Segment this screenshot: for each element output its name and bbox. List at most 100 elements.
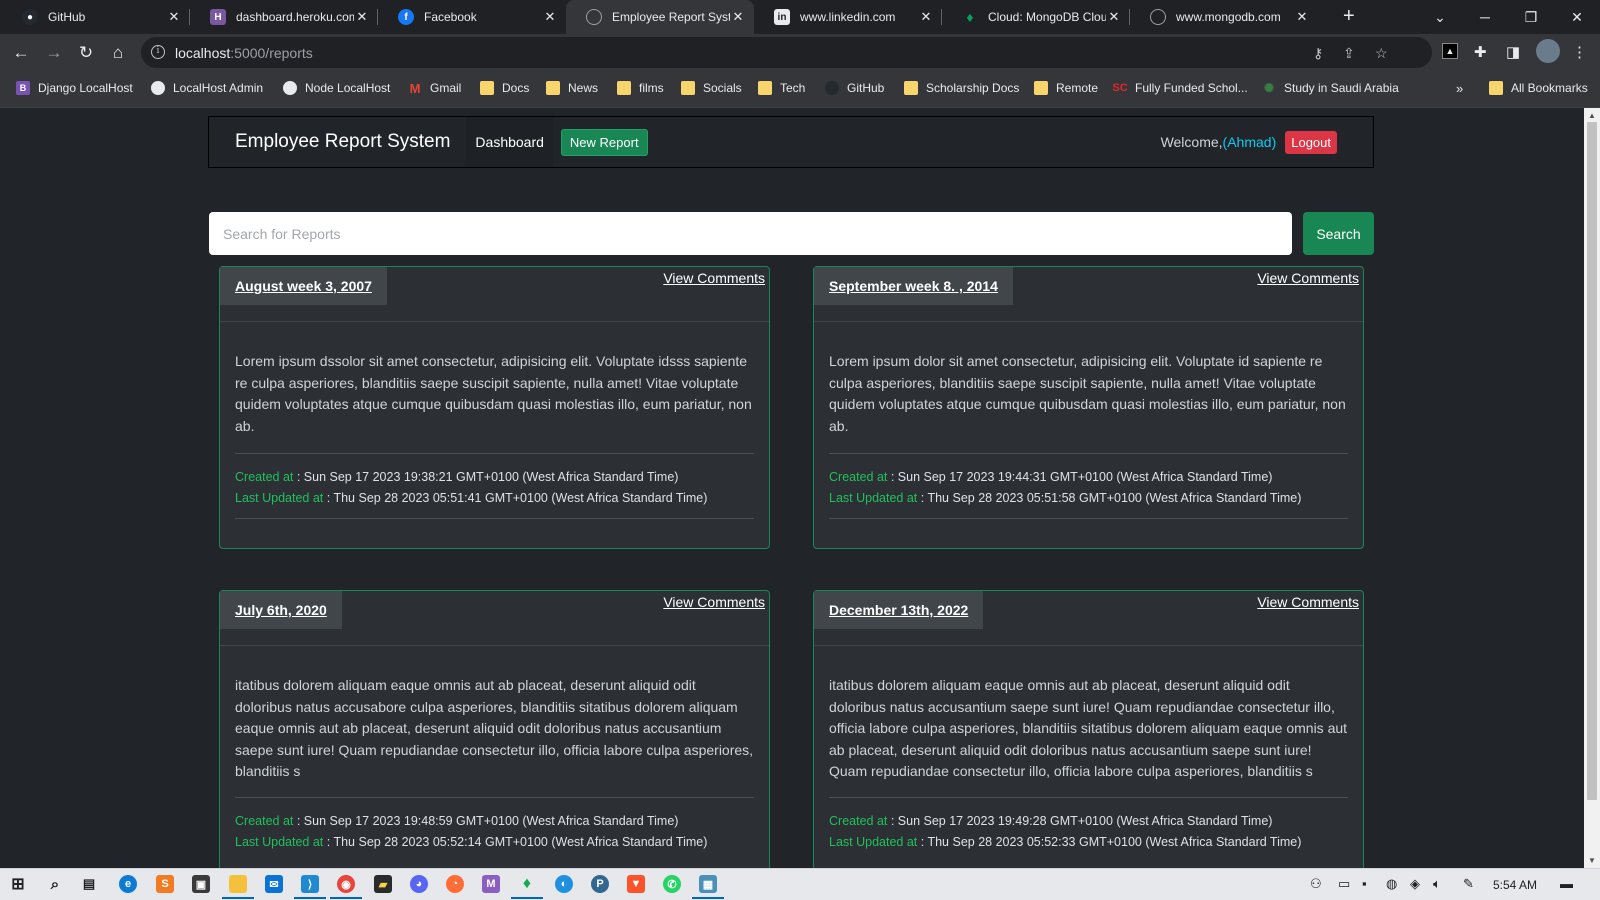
tab-linkedin[interactable]: in www.linkedin.com ✕ [754,0,942,34]
close-icon[interactable]: ✕ [918,9,934,25]
edge-icon[interactable]: e [119,875,137,893]
minimize-icon[interactable]: ─ [1462,0,1508,34]
whatsapp-icon[interactable]: ✆ [663,875,681,893]
bookmark-socials[interactable]: Socials [681,81,742,95]
close-icon[interactable]: ✕ [166,9,182,25]
report-title-link[interactable]: July 6th, 2020 [220,591,342,629]
sticky-icon[interactable]: ▰ [374,875,392,893]
close-icon[interactable]: ✕ [354,9,370,25]
page-scrollbar[interactable]: ▲ ▼ [1584,108,1600,868]
address-url[interactable]: localhost:5000/reports [175,45,313,61]
close-icon[interactable]: ✕ [1294,9,1310,25]
task-view-icon[interactable]: ▤ [80,875,98,893]
tab-facebook[interactable]: f Facebook ✕ [378,0,566,34]
bookmark-films[interactable]: films [617,81,664,95]
bookmark-gmail[interactable]: M Gmail [408,81,462,96]
bookmark-fully-funded[interactable]: SC Fully Funded Schol... [1112,81,1247,95]
share-icon[interactable]: ⇪ [1343,45,1355,62]
close-icon[interactable]: ✕ [730,9,746,25]
sublime-icon[interactable]: S [156,875,174,893]
close-icon[interactable]: ✕ [542,9,558,25]
close-icon[interactable]: ✕ [1106,9,1122,25]
pen-icon[interactable]: ✎ [1463,876,1474,892]
network-globe-icon[interactable]: ◍ [1386,876,1397,892]
volume-icon[interactable]: 🔈︎ [1433,876,1441,892]
more-bookmarks-chevron[interactable]: » [1456,81,1463,96]
file-explorer-icon[interactable] [222,875,254,899]
scroll-up-arrow-icon[interactable]: ▲ [1588,111,1596,120]
view-comments-link[interactable]: View Comments [1257,594,1359,610]
windows-start-icon[interactable]: ⊞ [9,875,27,893]
tray-app-icon[interactable]: ▪ [1362,876,1367,891]
address-bar[interactable]: i localhost:5000/reports ⚷ ⇪ ☆ [141,37,1432,68]
report-title-link[interactable]: December 13th, 2022 [814,591,984,629]
tab-title: www.linkedin.com [800,10,896,24]
people-icon[interactable]: ⚇ [1310,876,1322,892]
site-info-icon[interactable]: i [151,45,165,59]
windows-taskbar: ⊞ ⌕ ▤ e S ▣ ✉ ⟩ ◉ ▰ ◕ ◔ M ♦ ◐ P ▼ ✆ ▦ ⚇ … [0,868,1600,900]
scrollbar-thumb[interactable] [1587,122,1597,800]
tab-mongodb-cloud[interactable]: ♦ Cloud: MongoDB Clou ✕ [942,0,1130,34]
puzzle-extensions-icon[interactable]: ✚ [1474,43,1487,61]
profile-avatar[interactable] [1536,39,1560,63]
scroll-down-arrow-icon[interactable]: ▼ [1588,856,1596,865]
view-comments-link[interactable]: View Comments [663,270,765,286]
postgres-icon[interactable]: P [591,875,609,893]
forward-arrow-icon[interactable]: → [43,42,65,64]
key-icon[interactable]: ⚷ [1313,45,1323,62]
brave-icon[interactable]: ▼ [627,875,645,893]
battery-icon[interactable]: ▭ [1338,876,1350,892]
logout-button[interactable]: Logout [1285,130,1337,154]
bookmark-django-localhost[interactable]: B Django LocalHost [16,81,133,95]
bookmark-tech[interactable]: Tech [758,81,805,95]
extension-icon[interactable]: ▲ [1442,43,1458,59]
tab-mongodb[interactable]: www.mongodb.com ✕ [1130,0,1318,34]
window-close-icon[interactable]: ✕ [1554,0,1600,34]
reload-icon[interactable]: ↻ [75,42,97,64]
tab-heroku[interactable]: H dashboard.heroku.com ✕ [190,0,378,34]
shield-icon[interactable]: ◈ [1410,876,1420,892]
bookmark-node-localhost[interactable]: Node LocalHost [283,81,390,95]
back-arrow-icon[interactable]: ← [10,42,32,64]
tab-employee-report-active[interactable]: Employee Report Syste ✕ [566,0,754,34]
tab-github[interactable]: ● GitHub ✕ [2,0,190,34]
home-icon[interactable]: ⌂ [107,42,129,64]
search-button[interactable]: Search [1303,212,1374,255]
all-bookmarks[interactable]: All Bookmarks [1489,81,1588,95]
created-label: Created at [235,470,294,484]
mail-icon[interactable]: ✉ [265,875,283,893]
report-title-link[interactable]: September week 8. , 2014 [814,267,1013,305]
nav-dashboard-link[interactable]: Dashboard [466,117,553,167]
search-input[interactable] [209,212,1292,255]
bookmark-github[interactable]: GitHub [825,81,884,95]
view-comments-link[interactable]: View Comments [663,594,765,610]
clock[interactable]: 5:54 AM [1493,878,1537,892]
tab-search-chevron-icon[interactable]: ⌄ [1417,0,1463,34]
menu-dots-icon[interactable]: ⋮ [1572,43,1587,61]
star-bookmark-icon[interactable]: ☆ [1375,45,1388,62]
bookmark-localhost-admin[interactable]: LocalHost Admin [151,81,263,95]
postman-icon[interactable]: ◔ [446,875,464,893]
edge-dev-icon[interactable]: ◐ [555,875,573,893]
chrome-icon[interactable]: ◉ [330,875,362,899]
app-brand[interactable]: Employee Report System [235,131,450,153]
new-report-button[interactable]: New Report [560,128,648,156]
discord-icon[interactable]: ◕ [410,875,428,893]
bookmark-news[interactable]: News [546,81,598,95]
bookmark-scholarship-docs[interactable]: Scholarship Docs [904,81,1019,95]
bookmark-docs[interactable]: Docs [480,81,529,95]
new-tab-icon[interactable]: + [1343,5,1355,28]
view-comments-link[interactable]: View Comments [1257,270,1359,286]
visual-studio-icon[interactable]: M [482,875,500,893]
report-title-link[interactable]: August week 3, 2007 [220,267,387,305]
vscode-icon[interactable]: ⟩ [294,875,326,899]
rdp-icon[interactable]: ▦ [692,875,724,899]
side-panel-icon[interactable]: ◨ [1506,43,1520,61]
search-icon[interactable]: ⌕ [46,875,64,893]
mongodb-compass-icon[interactable]: ♦ [511,875,543,899]
notification-icon[interactable]: ▬ [1560,876,1573,891]
restore-icon[interactable]: ❐ [1508,0,1554,34]
store-icon[interactable]: ▣ [192,875,210,893]
bookmark-study-saudi[interactable]: ✺ Study in Saudi Arabia [1262,81,1399,95]
bookmark-remote[interactable]: Remote [1034,81,1098,95]
